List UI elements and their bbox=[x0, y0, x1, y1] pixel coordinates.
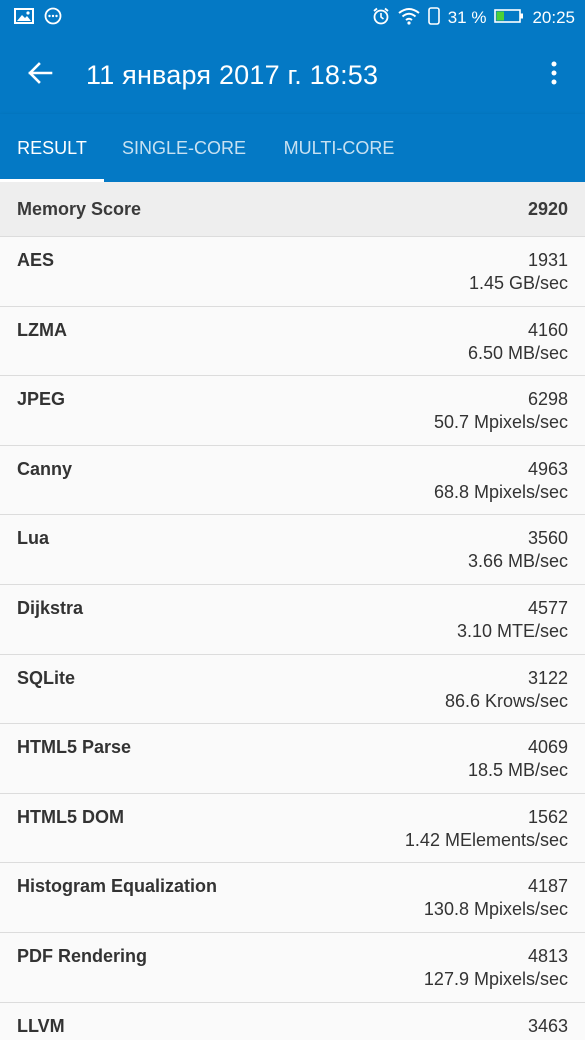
tab-multi-core[interactable]: MULTI-CORE bbox=[264, 114, 414, 182]
more-vert-icon bbox=[551, 61, 557, 90]
benchmark-score: 4187 bbox=[527, 876, 568, 897]
page-title: 11 января 2017 г. 18:53 bbox=[86, 59, 379, 90]
benchmark-name: JPEG bbox=[17, 389, 66, 410]
result-row: Dijkstra 4577 3.10 MTE/sec bbox=[0, 584, 585, 655]
benchmark-rate: 6.50 MB/sec bbox=[467, 342, 568, 363]
benchmark-rate: 127.9 Mpixels/sec bbox=[423, 968, 568, 989]
benchmark-name: SQLite bbox=[17, 667, 76, 688]
result-row: AES 1931 1.45 GB/sec bbox=[0, 237, 585, 307]
battery-icon bbox=[494, 8, 524, 29]
benchmark-name: AES bbox=[17, 250, 55, 270]
benchmark-score: 4813 bbox=[527, 945, 568, 966]
benchmark-score: 1931 bbox=[527, 250, 568, 270]
benchmark-score: 4069 bbox=[527, 737, 568, 758]
battery-percent: 31 % bbox=[447, 8, 487, 27]
app-bar: 11 января 2017 г. 18:53 bbox=[0, 36, 585, 114]
benchmark-name: Lua bbox=[17, 528, 50, 549]
benchmark-rate: 130.8 Mpixels/sec bbox=[423, 899, 568, 920]
section-score: 2920 bbox=[527, 198, 568, 219]
benchmark-rate: 50.7 Mpixels/sec bbox=[433, 412, 568, 433]
result-row: PDF Rendering 4813 127.9 Mpixels/sec bbox=[0, 932, 585, 1003]
tab-result[interactable]: RESULT bbox=[0, 114, 104, 182]
status-bar: 31 % 20:25 bbox=[0, 0, 585, 36]
phone-icon bbox=[427, 6, 440, 30]
benchmark-score: 3122 bbox=[527, 667, 568, 688]
tab-bar: RESULT SINGLE-CORE MULTI-CORE bbox=[0, 114, 585, 182]
benchmark-rate: 68.8 Mpixels/sec bbox=[433, 481, 568, 502]
benchmark-name: Dijkstra bbox=[17, 597, 84, 618]
benchmark-name: LLVM bbox=[17, 1015, 65, 1036]
result-row: HTML5 Parse 4069 18.5 MB/sec bbox=[0, 724, 585, 794]
result-row: Canny 4963 68.8 Mpixels/sec bbox=[0, 445, 585, 516]
result-row: LZMA 4160 6.50 MB/sec bbox=[0, 306, 585, 377]
arrow-back-icon bbox=[27, 61, 53, 90]
result-row: JPEG 6298 50.7 Mpixels/sec bbox=[0, 376, 585, 446]
tab-single-core[interactable]: SINGLE-CORE bbox=[104, 114, 264, 182]
result-row: Lua 3560 3.66 MB/sec bbox=[0, 515, 585, 585]
chat-bubble-icon bbox=[44, 7, 62, 30]
benchmark-score: 3463 bbox=[527, 1015, 568, 1036]
section-header: Memory Score 2920 bbox=[0, 182, 585, 237]
benchmark-name: HTML5 DOM bbox=[17, 806, 124, 827]
section-title: Memory Score bbox=[17, 198, 142, 219]
back-button[interactable] bbox=[20, 55, 60, 95]
benchmark-name: LZMA bbox=[17, 319, 67, 340]
result-row: Histogram Equalization 4187 130.8 Mpixels… bbox=[0, 863, 585, 933]
benchmark-rate: 18.5 MB/sec bbox=[467, 760, 568, 781]
benchmark-score: 4963 bbox=[527, 458, 568, 479]
results-list[interactable]: Memory Score 2920 AES 1931 1.45 GB/sec LZ… bbox=[0, 182, 585, 1040]
result-row: LLVM 3463 bbox=[0, 1002, 585, 1040]
benchmark-name: Canny bbox=[17, 458, 73, 479]
clock-time: 20:25 bbox=[532, 8, 575, 27]
benchmark-rate: 3.66 MB/sec bbox=[467, 551, 568, 572]
benchmark-score: 6298 bbox=[527, 389, 568, 410]
result-row: HTML5 DOM 1562 1.42 MElements/sec bbox=[0, 793, 585, 864]
benchmark-score: 4577 bbox=[527, 597, 568, 618]
benchmark-name: HTML5 Parse bbox=[17, 737, 132, 758]
benchmark-score: 1562 bbox=[527, 806, 568, 827]
more-options-button[interactable] bbox=[539, 55, 569, 95]
gallery-icon bbox=[14, 7, 34, 29]
result-row: SQLite 3122 86.6 Krows/sec bbox=[0, 654, 585, 725]
benchmark-rate: 1.45 GB/sec bbox=[468, 273, 568, 293]
benchmark-score: 3560 bbox=[527, 528, 568, 549]
wifi-icon bbox=[398, 7, 420, 30]
alarm-icon bbox=[372, 7, 390, 30]
benchmark-score: 4160 bbox=[527, 319, 568, 340]
benchmark-name: Histogram Equalization bbox=[17, 876, 218, 897]
benchmark-rate: 3.10 MTE/sec bbox=[456, 620, 568, 641]
benchmark-rate: 1.42 MElements/sec bbox=[404, 829, 568, 850]
benchmark-rate: 86.6 Krows/sec bbox=[444, 690, 568, 711]
benchmark-name: PDF Rendering bbox=[17, 945, 148, 966]
